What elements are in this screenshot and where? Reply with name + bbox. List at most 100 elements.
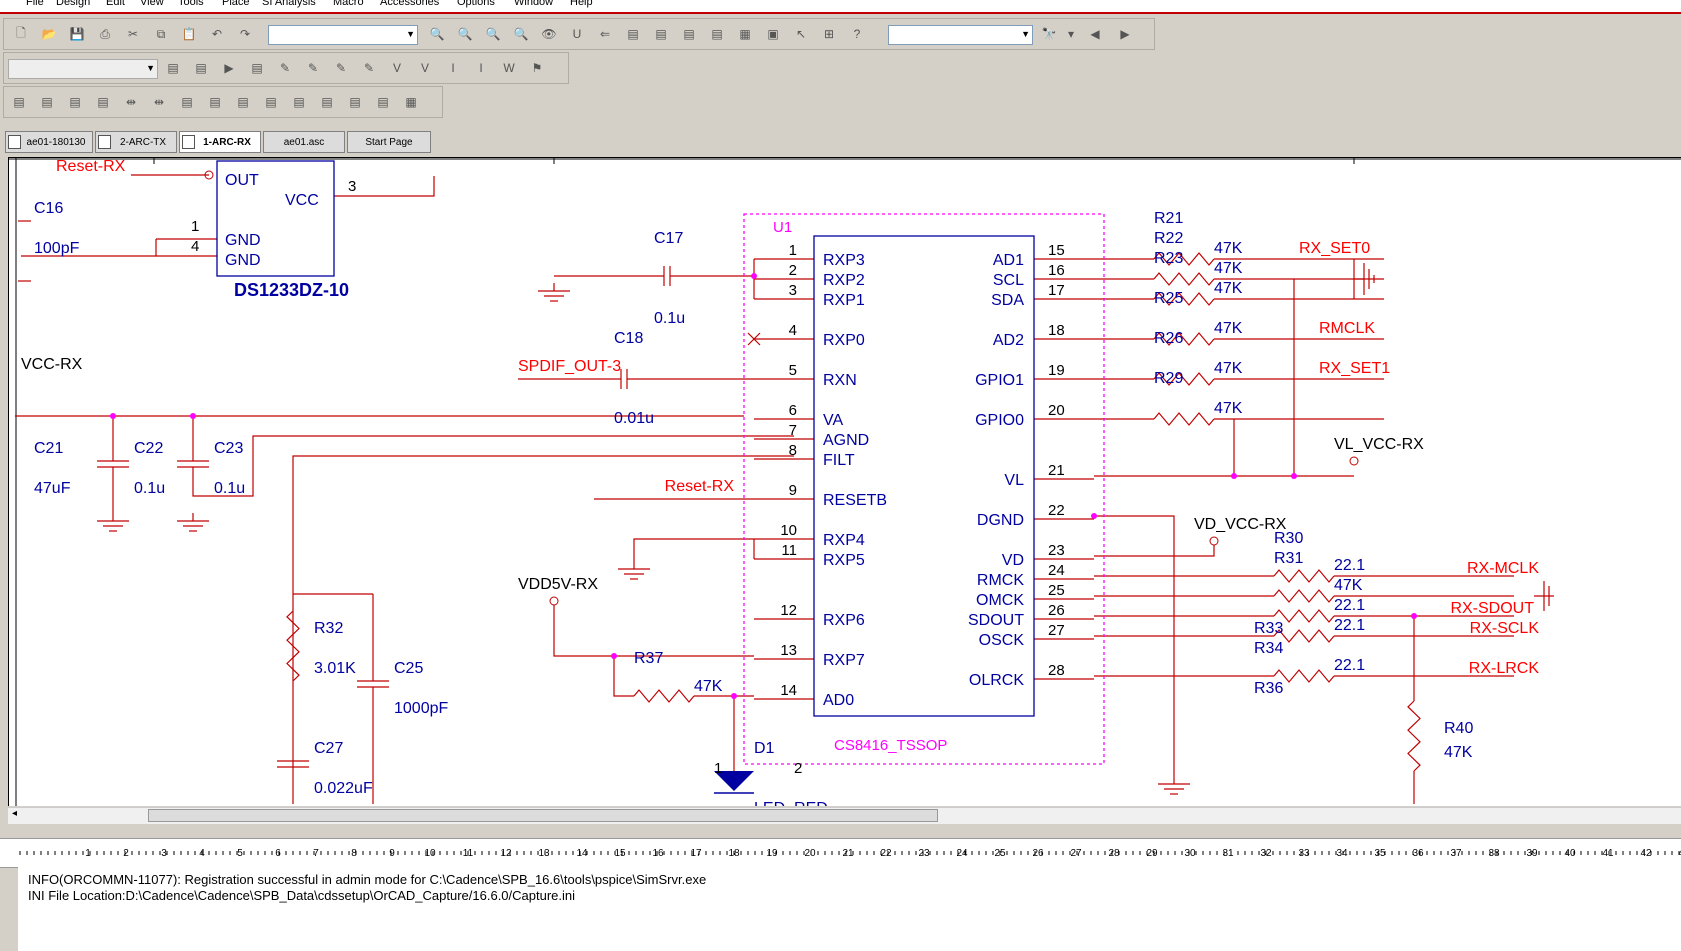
menu-view[interactable]: View	[140, 0, 164, 8]
help-icon[interactable]: ?	[848, 25, 866, 43]
menu-help[interactable]: Help	[570, 0, 593, 8]
menu-edit[interactable]: Edit	[106, 0, 125, 8]
horizontal-scrollbar[interactable]: ◂	[8, 807, 1681, 824]
wire[interactable]	[1094, 515, 1175, 776]
crossref-icon[interactable]: ▤	[680, 25, 698, 43]
scroll-left-icon[interactable]: ◂	[12, 808, 17, 819]
snap-grid-icon[interactable]: ▦	[736, 25, 754, 43]
copy-icon[interactable]: ⧉	[152, 25, 170, 43]
zoom-out-icon[interactable]: 🔍	[456, 25, 474, 43]
edit-sim-icon[interactable]: ▤	[192, 59, 210, 77]
tool-12-icon[interactable]: ▤	[318, 93, 336, 111]
area-select-icon[interactable]: ▣	[764, 25, 782, 43]
bias-i-icon[interactable]: I	[444, 59, 462, 77]
tool-4-icon[interactable]: ▤	[94, 93, 112, 111]
mark-icon[interactable]: ⚑	[528, 59, 546, 77]
paste-icon[interactable]: 📋	[180, 25, 198, 43]
power-port[interactable]	[1349, 456, 1359, 466]
resistor-zigzag[interactable]	[1273, 569, 1335, 583]
redo-icon[interactable]: ↷	[236, 25, 254, 43]
bias-it-icon[interactable]: I	[472, 59, 490, 77]
drc-icon[interactable]: ▤	[624, 25, 642, 43]
new-icon[interactable]: 🗋	[12, 25, 30, 43]
probe-w-icon[interactable]: ✎	[360, 59, 378, 77]
tool-1-icon[interactable]: ▤	[10, 93, 28, 111]
menu-accessories[interactable]: Accessories	[380, 0, 439, 8]
tool-8-icon[interactable]: ▤	[206, 93, 224, 111]
menu-tools[interactable]: Tools	[178, 0, 204, 8]
tool-9-icon[interactable]: ▤	[234, 93, 252, 111]
tab-start-page[interactable]: Start Page	[347, 131, 431, 153]
probe-vd-icon[interactable]: ✎	[304, 59, 322, 77]
menu-si-analysis[interactable]: SI Analysis	[262, 0, 316, 8]
cut-icon[interactable]: ✂	[124, 25, 142, 43]
tool-13-icon[interactable]: ▤	[346, 93, 364, 111]
bom-icon[interactable]: ▤	[708, 25, 726, 43]
undo-icon[interactable]: ↶	[208, 25, 226, 43]
tab-2-arc-tx[interactable]: 2-ARC-TX	[95, 131, 177, 153]
tool-3-icon[interactable]: ▤	[66, 93, 84, 111]
view-sim-icon[interactable]: ▤	[248, 59, 266, 77]
drag-icon[interactable]: ↖	[792, 25, 810, 43]
binoculars-icon[interactable]: 🔭	[1040, 25, 1058, 43]
tool-10-icon[interactable]: ▤	[262, 93, 280, 111]
tab-1-arc-rx[interactable]: 1-ARC-RX	[179, 131, 261, 153]
netlist-icon[interactable]: ▤	[652, 25, 670, 43]
zoom-area-icon[interactable]: 🔍	[484, 25, 502, 43]
project-manager-icon[interactable]: ⊞	[820, 25, 838, 43]
ruler-label: 30	[1184, 848, 1196, 859]
power-port[interactable]	[1209, 536, 1219, 546]
probe-v-icon[interactable]: ✎	[276, 59, 294, 77]
tool-2-icon[interactable]: ▤	[38, 93, 56, 111]
schematic-canvas[interactable]: U1 CS8416_TSSOP 1 RXP3 2 RXP2 3 RXP1 4 RXP0 5 RXN 6 V…	[8, 157, 1681, 817]
menu-place[interactable]: Place	[222, 0, 250, 8]
menu-options[interactable]: Options	[457, 0, 495, 8]
save-icon[interactable]: 💾	[68, 25, 86, 43]
open-icon[interactable]: 📂	[40, 25, 58, 43]
menu-design[interactable]: Design	[56, 0, 90, 8]
wire[interactable]	[292, 455, 794, 804]
run-icon[interactable]: ▶	[220, 59, 238, 77]
tool-11-icon[interactable]: ▤	[290, 93, 308, 111]
new-sim-icon[interactable]: ▤	[164, 59, 182, 77]
chevron-down-icon[interactable]: ▾	[1062, 25, 1080, 43]
prev-icon[interactable]: ◀	[1086, 25, 1104, 43]
ruler-label: 8	[351, 848, 357, 859]
bias-vt-icon[interactable]: V	[416, 59, 434, 77]
resistor-zigzag[interactable]	[1273, 589, 1335, 603]
find-combo[interactable]: ▼	[888, 25, 1033, 45]
tab-ae01-asc[interactable]: ae01.asc	[263, 131, 345, 153]
tool-5-icon[interactable]: ⇹	[122, 93, 140, 111]
annotate-icon[interactable]: U	[568, 25, 586, 43]
scroll-thumb[interactable]	[148, 809, 938, 822]
wire[interactable]	[1094, 545, 1215, 557]
bias-v-icon[interactable]: V	[388, 59, 406, 77]
tab-ae01-180130[interactable]: ae01-180130	[5, 131, 93, 153]
resistor-zigzag[interactable]	[1153, 412, 1215, 426]
print-icon[interactable]: ⎙	[96, 25, 114, 43]
net-label-rx-sclk: RX-SCLK	[1470, 620, 1540, 637]
resistor-zigzag[interactable]	[1407, 700, 1421, 772]
next-icon[interactable]: ▶	[1116, 25, 1134, 43]
resistor-zigzag[interactable]	[1153, 272, 1215, 286]
wire[interactable]	[633, 538, 754, 561]
menu-window[interactable]: Window	[514, 0, 553, 8]
menu-file[interactable]: File	[26, 0, 44, 8]
tool-15-icon[interactable]: ▦	[402, 93, 420, 111]
power-port[interactable]	[549, 596, 559, 606]
eye-icon[interactable]: 👁	[540, 25, 558, 43]
zoom-in-icon[interactable]: 🔍	[428, 25, 446, 43]
menu-macro[interactable]: Macro	[333, 0, 364, 8]
tool-6-icon[interactable]: ⇹	[150, 93, 168, 111]
bias-w-icon[interactable]: W	[500, 59, 518, 77]
part-combo[interactable]: ▼	[268, 25, 418, 45]
probe-i-icon[interactable]: ✎	[332, 59, 350, 77]
backannotate-icon[interactable]: ⇐	[596, 25, 614, 43]
resistor-zigzag[interactable]	[633, 689, 695, 703]
wire[interactable]	[613, 656, 634, 697]
tool-7-icon[interactable]: ▤	[178, 93, 196, 111]
wire[interactable]	[553, 605, 754, 657]
simprofile-combo[interactable]: ▼	[8, 59, 158, 79]
tool-14-icon[interactable]: ▤	[374, 93, 392, 111]
zoom-all-icon[interactable]: 🔍	[512, 25, 530, 43]
